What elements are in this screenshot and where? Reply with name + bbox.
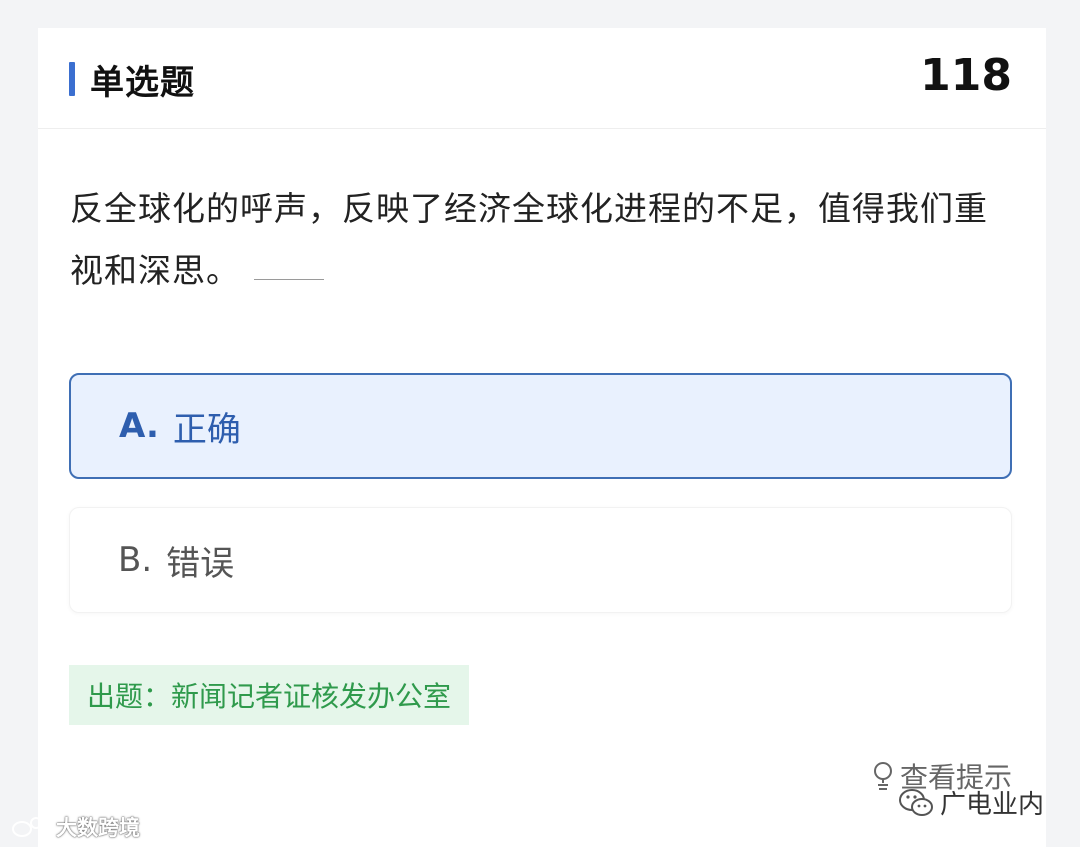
question-source-badge: 出题：新闻记者证核发办公室 bbox=[69, 665, 470, 725]
answer-blank bbox=[254, 279, 324, 280]
option-b-label: 错误 bbox=[166, 543, 235, 584]
question-card: 单选题 118 反全球化的呼声，反映了经济全球化进程的不足，值得我们重视和深思。… bbox=[38, 28, 1046, 847]
weibo-watermark: 大数跨境 bbox=[10, 812, 140, 842]
option-a-letter: A. bbox=[119, 406, 159, 446]
lightbulb-icon bbox=[873, 762, 892, 790]
wechat-watermark: 广电业内 bbox=[898, 784, 1044, 821]
wechat-watermark-text: 广电业内 bbox=[940, 790, 1045, 820]
question-number: 118 bbox=[920, 50, 1012, 101]
weibo-icon bbox=[12, 817, 52, 837]
option-b-letter: B. bbox=[118, 540, 153, 580]
question-type-title: 单选题 bbox=[90, 63, 195, 103]
option-a-label: 正确 bbox=[172, 409, 241, 450]
option-b-button[interactable]: B. 错误 bbox=[69, 507, 1012, 613]
question-header: 单选题 118 bbox=[38, 28, 1046, 129]
option-a-button[interactable]: A. 正确 bbox=[69, 373, 1012, 479]
header-accent-bar bbox=[69, 62, 75, 96]
question-text-block: 反全球化的呼声，反映了经济全球化进程的不足，值得我们重视和深思。 bbox=[70, 178, 1020, 302]
question-text: 反全球化的呼声，反映了经济全球化进程的不足，值得我们重视和深思。 bbox=[70, 189, 988, 290]
weibo-watermark-text: 大数跨境 bbox=[56, 816, 140, 840]
wechat-icon bbox=[899, 788, 933, 816]
